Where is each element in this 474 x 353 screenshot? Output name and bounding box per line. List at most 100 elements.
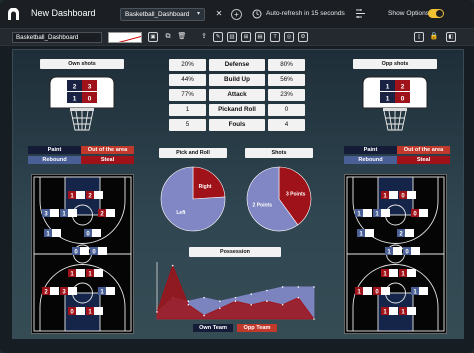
possession-point bbox=[234, 300, 237, 302]
table-icon[interactable]: ▤ bbox=[255, 32, 265, 42]
opp-court: 1011012101110111 bbox=[344, 174, 447, 334]
dashboard-select[interactable]: Basketball_Dashboard ▾ bbox=[120, 8, 205, 21]
own-court-marker: 0 bbox=[84, 229, 101, 237]
layout-icon[interactable] bbox=[355, 8, 366, 19]
chart-icon[interactable]: ▥ bbox=[227, 32, 237, 42]
stat-opp-value: 0 bbox=[268, 104, 305, 116]
show-options-toggle[interactable] bbox=[428, 9, 444, 18]
possession-point bbox=[313, 318, 315, 320]
legend-own-team: Own Team bbox=[193, 324, 233, 332]
own-zone-rebound[interactable]: Rebound bbox=[28, 156, 81, 164]
close-icon[interactable]: ✕ bbox=[214, 8, 224, 20]
text-icon[interactable]: T bbox=[270, 32, 280, 42]
opp-court-marker: 1 bbox=[381, 269, 398, 277]
chevron-down-icon: ▾ bbox=[196, 11, 200, 17]
possession-point bbox=[297, 286, 300, 288]
stat-opp-value: 80% bbox=[268, 59, 305, 71]
stat-label: Defense bbox=[209, 59, 265, 71]
opp-shots-title: Opp shots bbox=[353, 59, 437, 69]
possession-point bbox=[219, 307, 221, 310]
stat-own-value: 1 bbox=[169, 104, 206, 116]
stat-opp-value: 56% bbox=[268, 74, 305, 86]
opp-court-marker: 1 bbox=[399, 269, 416, 277]
own-court-marker: 0 bbox=[72, 247, 89, 255]
opp-hoop-value: 1 bbox=[386, 96, 390, 103]
own-zone-steal[interactable]: Steal bbox=[81, 156, 134, 164]
frame-icon[interactable]: ▣ bbox=[148, 32, 158, 42]
share-icon[interactable]: ⇪ bbox=[199, 32, 209, 42]
panel-icon[interactable]: ▯ bbox=[414, 32, 424, 42]
own-zone-paint[interactable]: Paint bbox=[28, 146, 81, 154]
show-options-label: Show Options bbox=[388, 10, 430, 17]
opp-zone-rebound[interactable]: Rebound bbox=[344, 156, 397, 164]
add-icon[interactable]: + bbox=[231, 9, 242, 20]
dashboard-name-input[interactable]: Basketball_Dashboard bbox=[12, 32, 102, 43]
own-hoop-value: 1 bbox=[73, 96, 77, 103]
possession-point bbox=[297, 296, 300, 299]
own-hoop-value: 2 bbox=[73, 84, 77, 91]
opp-court-marker: 0 bbox=[411, 209, 428, 217]
own-court-marker: 2 bbox=[98, 209, 115, 217]
opp-hoop-value: 0 bbox=[401, 96, 405, 103]
target-icon[interactable]: ◎ bbox=[284, 32, 294, 42]
own-court-marker: 3 bbox=[42, 209, 59, 217]
refresh-icon[interactable] bbox=[252, 9, 262, 19]
no-color-slash-icon bbox=[118, 36, 141, 42]
possession-point bbox=[281, 286, 284, 288]
sidebar-toggle-icon[interactable]: ◧ bbox=[446, 32, 456, 42]
own-court: 1231210001123101 bbox=[31, 174, 134, 334]
copy-icon[interactable]: ⧉ bbox=[163, 32, 173, 42]
own-court-marker: 1 bbox=[44, 229, 61, 237]
possession-point bbox=[156, 311, 158, 313]
pick-and-roll-slice-label: Left bbox=[176, 210, 186, 216]
own-shots-title: Own shots bbox=[40, 59, 124, 69]
title-bar: New Dashboard Basketball_Dashboard ▾ ✕ +… bbox=[0, 0, 474, 28]
opp-court-marker: 0 bbox=[399, 191, 416, 199]
own-court-marker: 0 bbox=[90, 247, 107, 255]
stat-own-value: 44% bbox=[169, 74, 206, 86]
own-zone-out-of-area[interactable]: Out of the area bbox=[81, 146, 134, 154]
opp-court-marker: 1 bbox=[357, 229, 374, 237]
opp-court-marker: 1 bbox=[385, 247, 402, 255]
app-logo-icon bbox=[8, 8, 19, 20]
opp-court-marker: 2 bbox=[397, 229, 414, 237]
shots-pie: 3 Points 2 Points bbox=[246, 166, 312, 232]
own-court-marker: 2 bbox=[86, 191, 103, 199]
own-court-lines: 1 23 1 21 00 01 12 3 10 1 bbox=[33, 176, 132, 332]
edit-icon[interactable]: ✎ bbox=[213, 32, 223, 42]
opp-zone-paint[interactable]: Paint bbox=[344, 146, 397, 154]
shots-slice-label: 3 Points bbox=[286, 192, 306, 198]
opp-court-marker: 1 bbox=[411, 287, 428, 295]
opp-court-marker: 1 bbox=[373, 209, 390, 217]
lock-icon[interactable]: 🔒 bbox=[429, 32, 439, 42]
opp-court-marker: 1 bbox=[355, 287, 372, 295]
stat-label: Pickand Roll bbox=[209, 104, 265, 116]
opp-court-marker: 0 bbox=[373, 287, 390, 295]
grid-icon[interactable]: ⊞ bbox=[241, 32, 251, 42]
toolbar: Basketball_Dashboard ▣ ⧉ 🗑 ⇪ ✎ ▥ ⊞ ▤ T ◎… bbox=[0, 28, 474, 46]
stat-own-value: 5 bbox=[169, 119, 206, 131]
opp-hoop-value: 2 bbox=[401, 84, 405, 91]
color-picker[interactable] bbox=[108, 32, 142, 43]
stat-opp-value: 4 bbox=[268, 119, 305, 131]
opp-court-marker: 1 bbox=[355, 209, 372, 217]
settings-icon[interactable]: ⚙ bbox=[298, 32, 308, 42]
possession-point bbox=[187, 303, 190, 306]
pick-and-roll-slice bbox=[192, 166, 226, 200]
stat-label: Fouls bbox=[209, 119, 265, 131]
possession-title: Possession bbox=[189, 247, 281, 257]
possession-point bbox=[171, 264, 174, 267]
possession-point bbox=[219, 300, 221, 302]
pick-and-roll-pie: Right Left bbox=[160, 166, 226, 232]
own-court-marker: 1 bbox=[68, 269, 85, 277]
opp-court-lines: 1 01 1 01 21 01 11 0 11 1 bbox=[346, 176, 445, 332]
trash-icon[interactable]: 🗑 bbox=[177, 32, 187, 42]
possession-point bbox=[187, 300, 190, 302]
own-court-marker: 1 bbox=[60, 209, 77, 217]
possession-point bbox=[281, 303, 284, 306]
opp-court-marker: 1 bbox=[399, 307, 416, 315]
autorefresh-label: Auto-refresh in 15 seconds bbox=[266, 10, 345, 17]
possession-point bbox=[203, 314, 205, 317]
opp-zone-steal[interactable]: Steal bbox=[397, 156, 450, 164]
opp-zone-out-of-area[interactable]: Out of the area bbox=[397, 146, 450, 154]
